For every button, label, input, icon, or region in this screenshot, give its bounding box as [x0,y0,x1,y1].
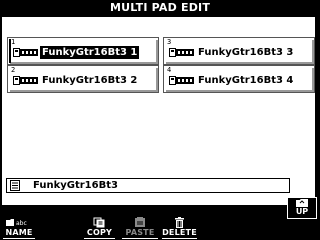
pad-name: FunkyGtr16Bt3 1 [40,46,140,59]
paste-icon [135,217,145,227]
page-title: MULTI PAD EDIT [109,1,211,14]
pad-slot-1[interactable]: 1 FunkyGtr16Bt3 1 [7,37,159,65]
multi-pad-edit-screen: MULTI PAD EDIT 1 FunkyGtr16Bt3 1 2 Funky… [0,0,320,240]
name-icon-text: abc [16,220,27,227]
pad-icon [13,76,38,85]
copy-icon [93,217,105,228]
title-bar: MULTI PAD EDIT [0,0,320,16]
softkey-underline [3,238,35,239]
softkey-underline [162,238,197,239]
softkey-underline [122,238,158,239]
softkey-underline [84,238,115,239]
trash-icon [175,217,184,228]
pad-name: FunkyGtr16Bt3 4 [198,75,294,86]
pad-icon [169,48,194,57]
pad-slot-2[interactable]: 2 FunkyGtr16Bt3 2 [7,65,159,93]
copy-button[interactable]: COPY [84,216,115,239]
name-label: NAME [5,228,33,237]
pad-number: 4 [167,66,172,74]
pad-number: 3 [167,38,172,46]
pad-name: FunkyGtr16Bt3 3 [198,47,294,58]
paste-button[interactable]: PASTE [122,216,158,239]
pad-number: 2 [11,66,16,74]
name-icon: abc [6,219,27,227]
folder-icon [296,199,308,207]
bank-name: FunkyGtr16Bt3 [33,180,118,191]
paste-label: PASTE [125,228,155,237]
pad-icon [169,76,194,85]
delete-label: DELETE [162,228,197,237]
document-icon [10,180,20,191]
pad-slot-4[interactable]: 4 FunkyGtr16Bt3 4 [163,65,315,93]
bank-name-field[interactable]: FunkyGtr16Bt3 [6,178,290,193]
copy-label: COPY [86,228,113,237]
pad-slot-3[interactable]: 3 FunkyGtr16Bt3 3 [163,37,315,65]
name-button[interactable]: abc NAME [3,216,35,239]
pad-icon [13,48,38,57]
pad-name: FunkyGtr16Bt3 2 [42,75,138,86]
up-label: UP [295,207,309,216]
pad-number: 1 [11,38,16,46]
pad-list-panel: 1 FunkyGtr16Bt3 1 2 FunkyGtr16Bt3 2 3 Fu… [2,17,315,205]
up-button[interactable]: UP [287,197,317,219]
delete-button[interactable]: DELETE [162,216,197,239]
